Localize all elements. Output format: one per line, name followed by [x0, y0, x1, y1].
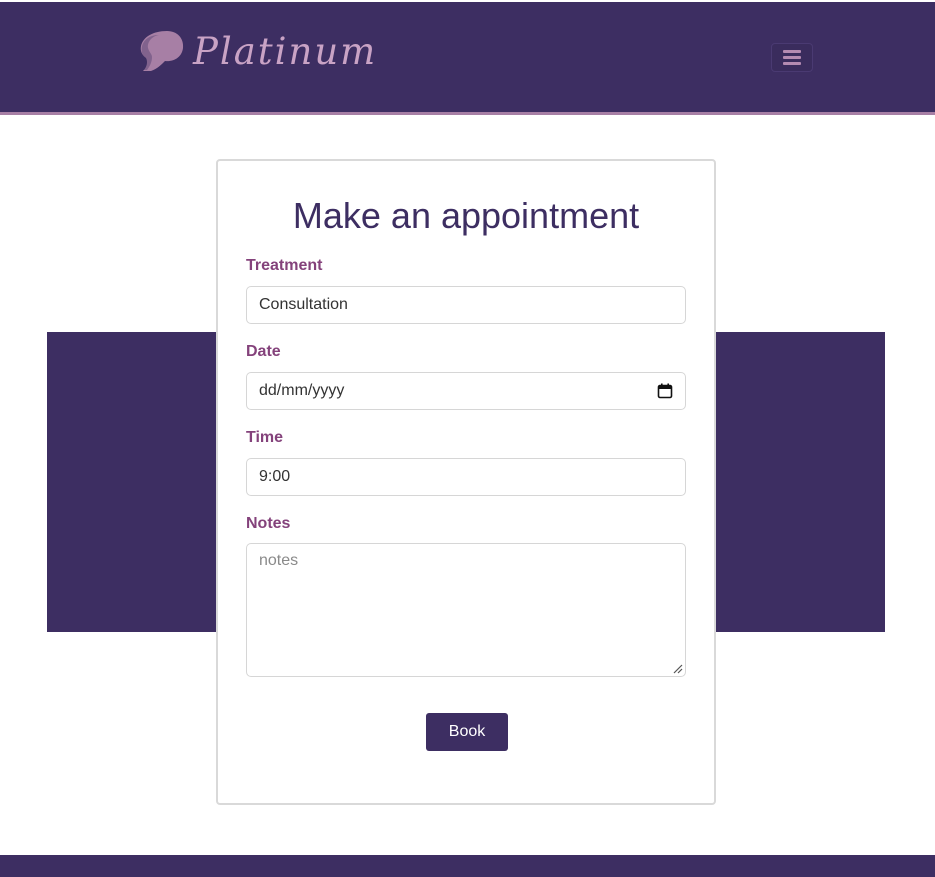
time-value: 9:00 [259, 468, 291, 485]
notes-placeholder: notes [259, 552, 299, 569]
bars-icon [783, 50, 801, 65]
treatment-label: Treatment [246, 257, 323, 274]
calendar-icon[interactable] [657, 383, 673, 399]
menu-toggle-button[interactable] [771, 43, 813, 72]
time-input[interactable]: 9:00 [246, 458, 686, 496]
date-value: dd/mm/yyyy [259, 382, 345, 399]
date-label: Date [246, 343, 281, 360]
book-button[interactable]: Book [426, 713, 508, 751]
form-title: Make an appointment [292, 195, 640, 236]
treatment-value: Consultation [259, 296, 348, 313]
notes-label: Notes [246, 515, 291, 532]
notes-textarea[interactable]: notes [246, 543, 686, 677]
brand-name: Platinum [193, 29, 378, 73]
appointment-form: Make an appointment Treatment Consultati… [216, 159, 716, 805]
date-input[interactable]: dd/mm/yyyy [246, 372, 686, 410]
site-header: Platinum [0, 2, 935, 115]
brand-logo[interactable]: Platinum [137, 28, 377, 74]
head-silhouette-icon [140, 31, 184, 71]
treatment-select[interactable]: Consultation [246, 286, 686, 324]
time-label: Time [246, 429, 284, 446]
site-footer [0, 855, 935, 877]
resize-handle-icon[interactable] [673, 664, 683, 674]
